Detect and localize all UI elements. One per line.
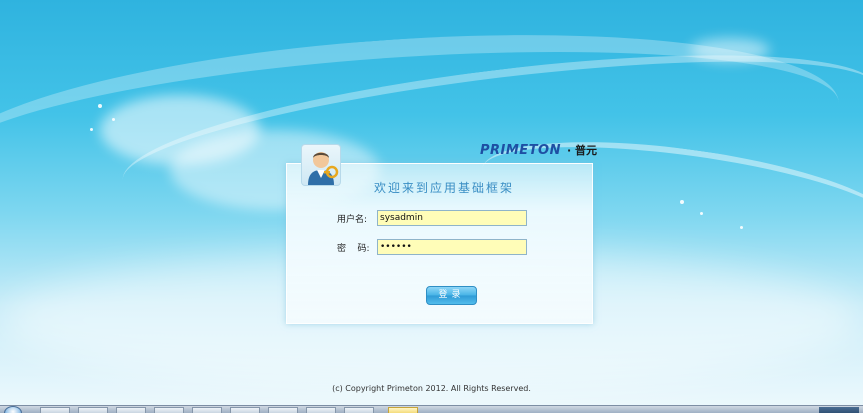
username-row: 用户名: [337,209,527,227]
background-sparkle [740,226,743,229]
password-input[interactable] [377,239,527,255]
taskbar-item[interactable] [40,407,70,413]
background-sparkle [700,212,703,215]
logo-text: PRIMETON [480,142,561,158]
background-sparkle [98,104,102,108]
logo-chinese-text: · 普元 [567,144,598,157]
start-button-icon[interactable] [4,406,22,413]
taskbar-item[interactable] [230,407,260,413]
taskbar-item[interactable] [78,407,108,413]
background-sparkle [112,118,115,121]
username-input[interactable] [377,210,527,226]
user-key-icon-graphic [308,152,339,185]
taskbar-item[interactable] [192,407,222,413]
background-sparkle [90,128,93,131]
copyright-text: (c) Copyright Primeton 2012. All Rights … [332,384,531,393]
background-cloud [690,38,770,62]
taskbar-clock [819,407,859,413]
taskbar [0,405,863,413]
username-label: 用户名: [337,214,368,225]
welcome-title: 欢迎来到应用基础框架 [374,181,515,195]
background-sparkle [680,200,684,204]
taskbar-item[interactable] [344,407,374,413]
password-row: 密 码: [337,238,527,256]
taskbar-item[interactable] [116,407,146,413]
taskbar-item[interactable] [268,407,298,413]
taskbar-item-active[interactable] [388,407,418,413]
primeton-logo: PRIMETON · 普元 [480,142,597,158]
password-label: 密 码: [337,243,370,254]
taskbar-item[interactable] [154,407,184,413]
taskbar-item[interactable] [306,407,336,413]
user-key-icon [301,144,341,186]
login-button[interactable]: 登录 [426,286,477,305]
login-page: PRIMETON · 普元 欢迎来到应用基础框架 用户名: 密 码: 登录 (c… [0,0,863,413]
